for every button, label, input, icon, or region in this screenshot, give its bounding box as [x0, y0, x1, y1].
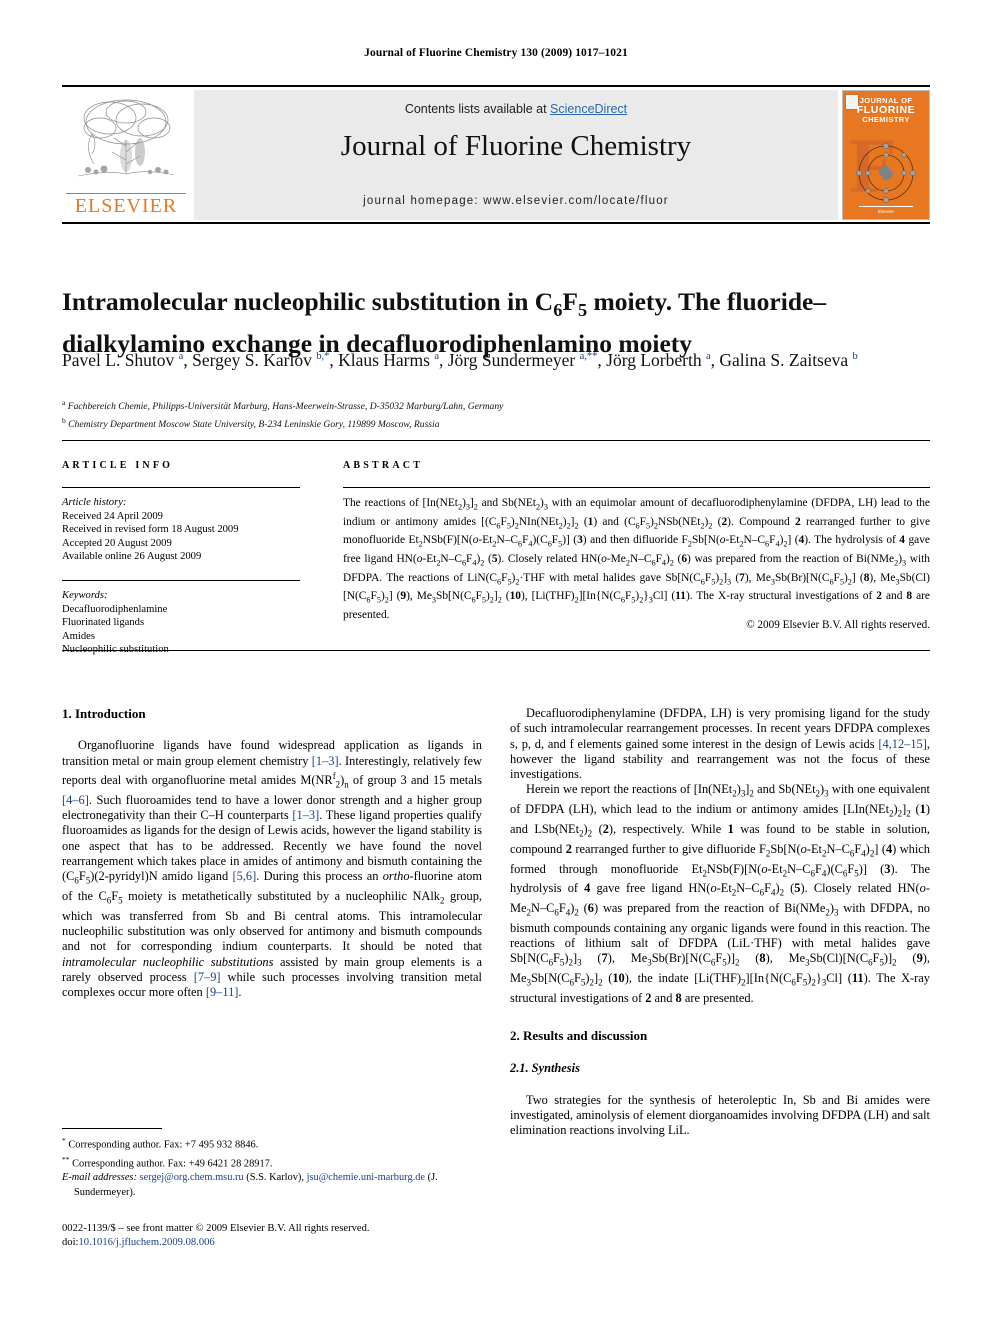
footnote-rule: [62, 1128, 162, 1129]
keyword-item: Decafluorodiphenlamine: [62, 603, 168, 615]
doi-prefix: doi:: [62, 1237, 79, 1248]
history-item: Received in revised form 18 August 2009: [62, 524, 239, 536]
corresponding-author-1: * Corresponding author. Fax: +7 495 932 …: [62, 1136, 259, 1151]
history-item: Available online 26 August 2009: [62, 551, 202, 563]
contents-available-line: Contents lists available at ScienceDirec…: [194, 102, 838, 116]
author-list: Pavel L. Shutov a, Sergey S. Karlov b,*,…: [62, 349, 858, 370]
body-column-left: 1. Introduction Organofluorine ligands h…: [62, 706, 482, 1001]
section-heading-results: 2. Results and discussion: [510, 1028, 648, 1044]
copyright-line: © 2009 Elsevier B.V. All rights reserved…: [746, 619, 930, 631]
cover-line-2: FLUORINE: [856, 103, 916, 116]
elsevier-wordmark: ELSEVIER: [66, 193, 186, 218]
affiliation-b: b Chemistry Department Moscow State Univ…: [62, 415, 440, 430]
section-heading-synthesis: 2.1. Synthesis: [510, 1060, 580, 1075]
abstract-text: The reactions of [In(NEt2)3]2 and Sb(NEt…: [343, 497, 930, 622]
imprint-block: 0022-1139/$ – see front matter © 2009 El…: [62, 1222, 562, 1250]
info-section-top-rule: [62, 440, 930, 441]
body-column-right: Decafluorodiphenylamine (DFDPA, LH) is v…: [510, 706, 930, 1139]
elsevier-logo: ELSEVIER: [62, 90, 190, 220]
keywords-heading: Keywords:: [62, 590, 108, 601]
journal-cover-thumbnail[interactable]: JOURNAL OF FLUORINE CHEMISTRY F Elsevier: [842, 90, 930, 220]
footnote-block: * Corresponding author. Fax: +7 495 932 …: [62, 1134, 482, 1200]
affiliation-a: a Fachbereich Chemie, Philipps-Universit…: [62, 398, 504, 413]
running-head: Journal of Fluorine Chemistry 130 (2009)…: [364, 47, 628, 59]
keyword-item: Amides: [62, 630, 95, 642]
abstract-rule: [343, 487, 930, 488]
doi-line: doi:10.1016/j.jfluchem.2009.08.006: [62, 1236, 562, 1250]
atom-icon: [856, 143, 916, 203]
cover-foot-1: Elsevier: [877, 209, 894, 214]
right-paragraph-2: Herein we report the reactions of [In(NE…: [510, 782, 931, 1005]
right-paragraph-3: Two strategies for the synthesis of hete…: [510, 1092, 930, 1138]
cover-footer: Elsevier: [843, 206, 929, 215]
article-page: Journal of Fluorine Chemistry 130 (2009)…: [0, 0, 992, 1323]
journal-title: Journal of Fluorine Chemistry: [340, 130, 692, 162]
keywords-rule: [62, 580, 300, 581]
journal-homepage-line[interactable]: journal homepage: www.elsevier.com/locat…: [194, 195, 838, 207]
article-info-label: ARTICLE INFO: [62, 460, 174, 471]
doi-value[interactable]: 10.1016/j.jfluchem.2009.08.006: [78, 1237, 214, 1248]
affiliation-list: a Fachbereich Chemie, Philipps-Universit…: [62, 396, 882, 431]
contents-prefix: Contents lists available at: [404, 102, 551, 116]
email-addresses[interactable]: E-mail addresses: sergej@org.chem.msu.ru…: [62, 1171, 482, 1199]
info-section-bottom-rule: [62, 650, 930, 651]
history-item: Received 24 April 2009: [62, 510, 163, 522]
section-heading-introduction: 1. Introduction: [62, 706, 146, 721]
journal-band: Contents lists available at ScienceDirec…: [194, 90, 838, 220]
corresponding-author-2: ** Corresponding author. Fax: +49 6421 2…: [62, 1154, 273, 1170]
article-history-heading: Article history:: [62, 497, 127, 508]
article-info-rule: [62, 487, 300, 488]
keyword-item: Fluorinated ligands: [62, 617, 145, 629]
issn-copyright-line: 0022-1139/$ – see front matter © 2009 El…: [62, 1223, 370, 1234]
masthead-bottom-rule: [62, 222, 930, 224]
keywords-block: Keywords: Decafluorodiphenlamine Fluorin…: [62, 589, 312, 657]
journal-masthead: ELSEVIER Contents lists available at Sci…: [62, 85, 930, 221]
right-paragraph-1: Decafluorodiphenylamine (DFDPA, LH) is v…: [510, 706, 930, 782]
sciencedirect-link[interactable]: ScienceDirect: [550, 102, 627, 116]
history-item: Accepted 20 August 2009: [62, 537, 172, 549]
elsevier-tree-icon: [77, 99, 175, 177]
abstract-label: ABSTRACT: [343, 460, 424, 471]
cover-title: JOURNAL OF FLUORINE CHEMISTRY: [843, 96, 929, 125]
article-history: Article history: Received 24 April 2009 …: [62, 496, 312, 564]
intro-paragraph-1: Organofluorine ligands have found widesp…: [62, 738, 483, 1000]
